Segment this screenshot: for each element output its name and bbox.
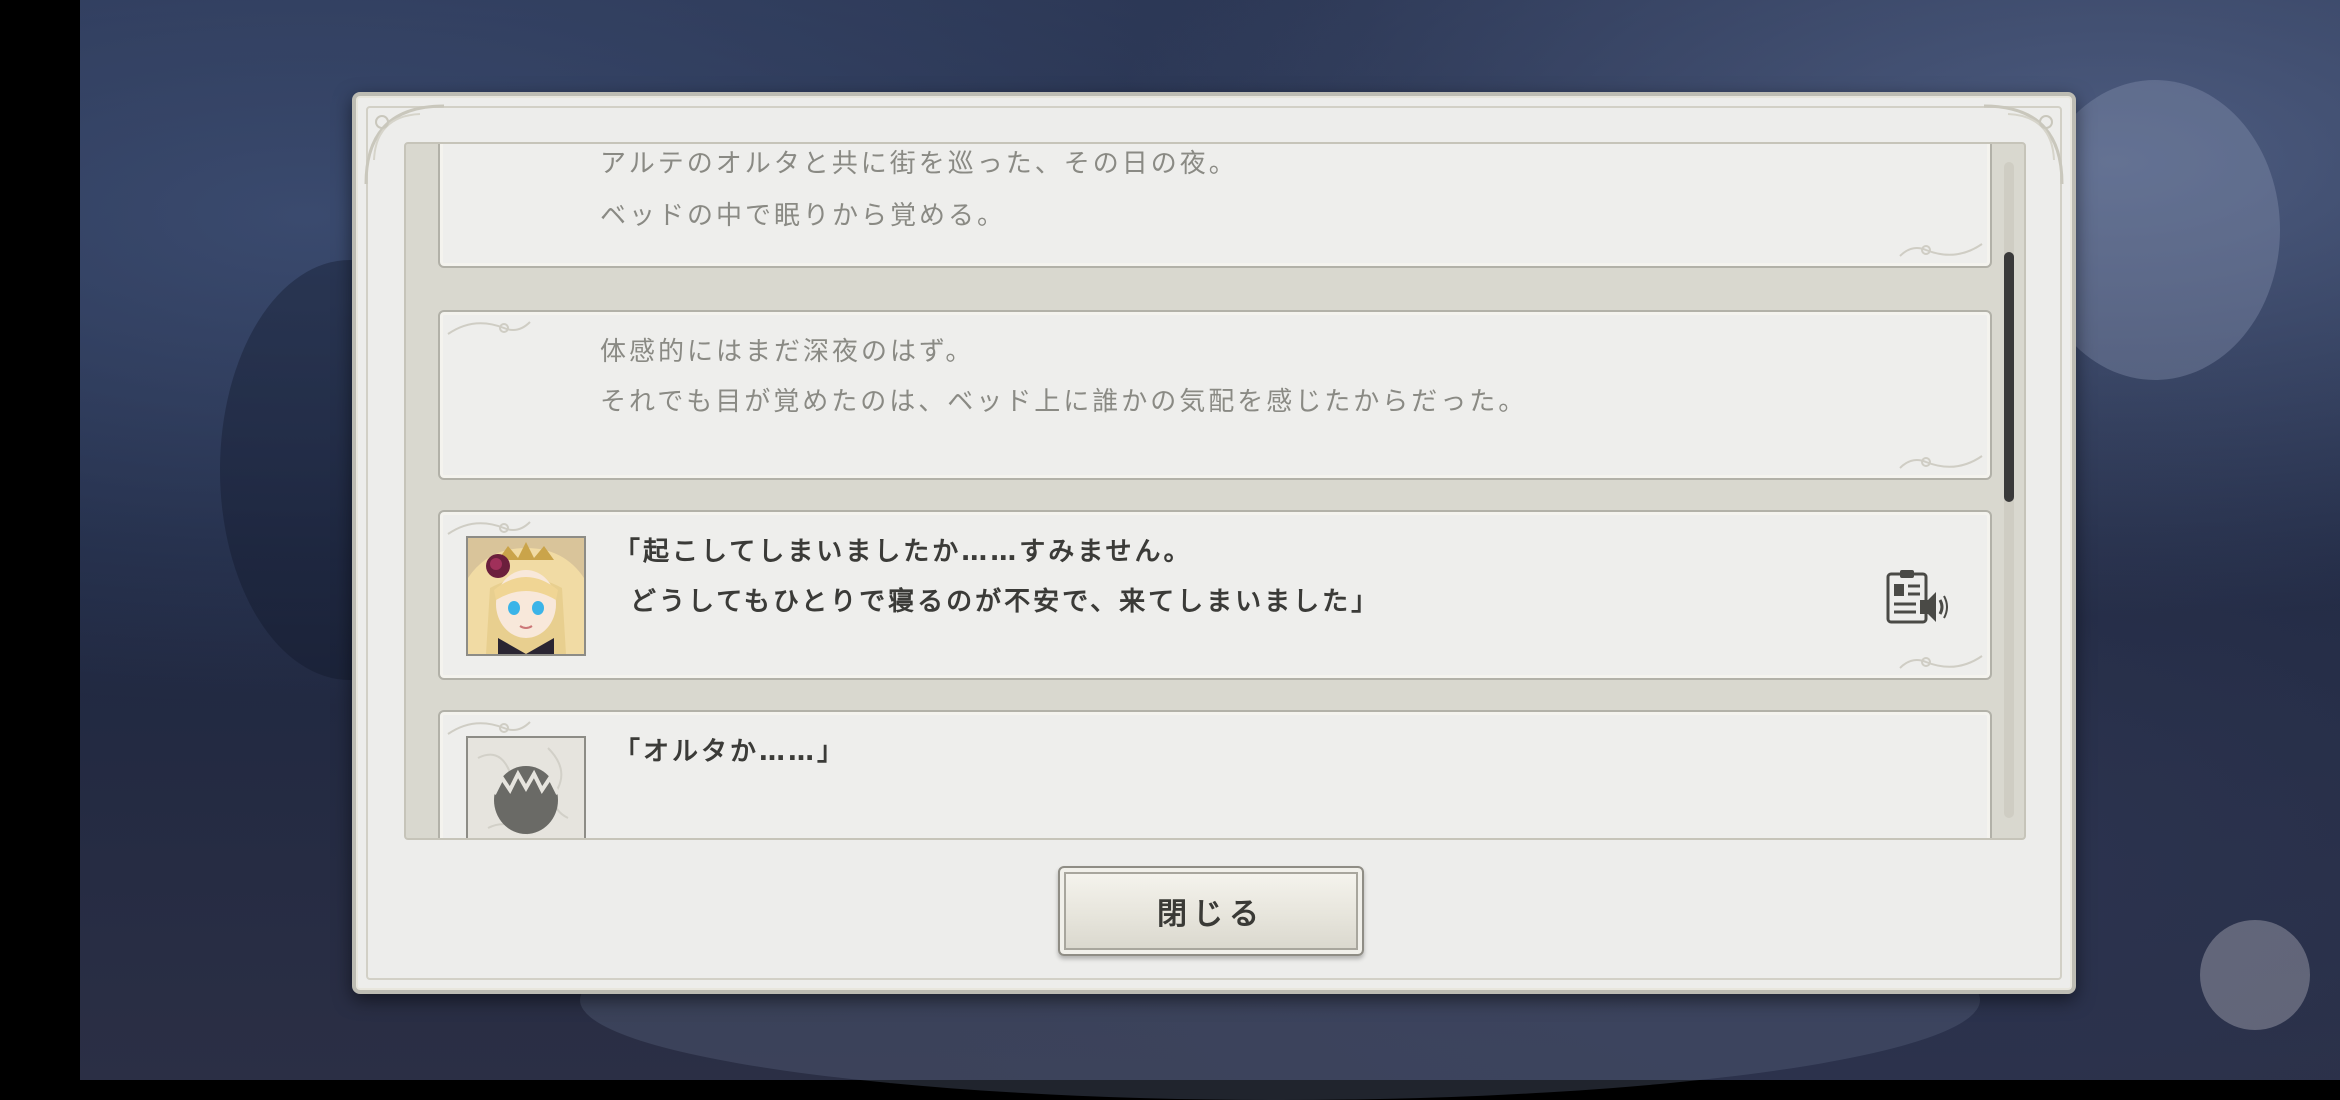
backlog-dialog: アルテのオルタと共に街を巡った、その日の夜。 ベッドの中で眠りから覚める。 体感… xyxy=(352,92,2076,994)
log-line: それでも目が覚めたのは、ベッド上に誰かの気配を感じたからだった。 xyxy=(600,387,1528,417)
log-line: アルテのオルタと共に街を巡った、その日の夜。 xyxy=(600,149,1238,179)
log-entry-narration: アルテのオルタと共に街を巡った、その日の夜。 ベッドの中で眠りから覚める。 xyxy=(438,144,1992,268)
flourish-icon xyxy=(1899,655,1983,669)
backlog-scroll-area[interactable]: アルテのオルタと共に街を巡った、その日の夜。 ベッドの中で眠りから覚める。 体感… xyxy=(404,142,2026,840)
close-button[interactable]: 閉じる xyxy=(1058,866,1364,956)
log-line: 「オルタか……」 xyxy=(614,737,847,767)
blonde-crowned-girl-portrait xyxy=(468,538,584,654)
log-entry-narration: 体感的にはまだ深夜のはず。 それでも目が覚めたのは、ベッド上に誰かの気配を感じた… xyxy=(438,310,1992,480)
flourish-icon xyxy=(1899,243,1983,257)
floating-menu-orb[interactable] xyxy=(2200,920,2310,1030)
log-entry-speech: 「オルタか……」 xyxy=(438,710,1992,838)
flourish-icon xyxy=(1899,455,1983,469)
flourish-icon xyxy=(447,321,531,335)
player-avatar xyxy=(466,736,586,838)
log-entry-speech: 「起こしてしまいましたか……すみません。 どうしてもひとりで寝るのが不安で、来て… xyxy=(438,510,1992,680)
log-line: ベッドの中で眠りから覚める。 xyxy=(600,201,1007,231)
log-line: 体感的にはまだ深夜のはず。 xyxy=(600,337,975,367)
silhouette-player-portrait xyxy=(468,738,584,838)
log-line: どうしてもひとりで寝るのが不安で、来てしまいました」 xyxy=(630,587,1381,617)
character-avatar xyxy=(466,536,586,656)
log-line: 「起こしてしまいましたか……すみません。 xyxy=(614,537,1193,567)
scrollbar-thumb[interactable] xyxy=(2004,252,2014,502)
scrollbar[interactable] xyxy=(2004,162,2014,818)
screen-left-bar xyxy=(0,0,80,1080)
voice-playback-button[interactable] xyxy=(1886,570,1948,626)
voice-playback-icon xyxy=(1886,570,1948,624)
